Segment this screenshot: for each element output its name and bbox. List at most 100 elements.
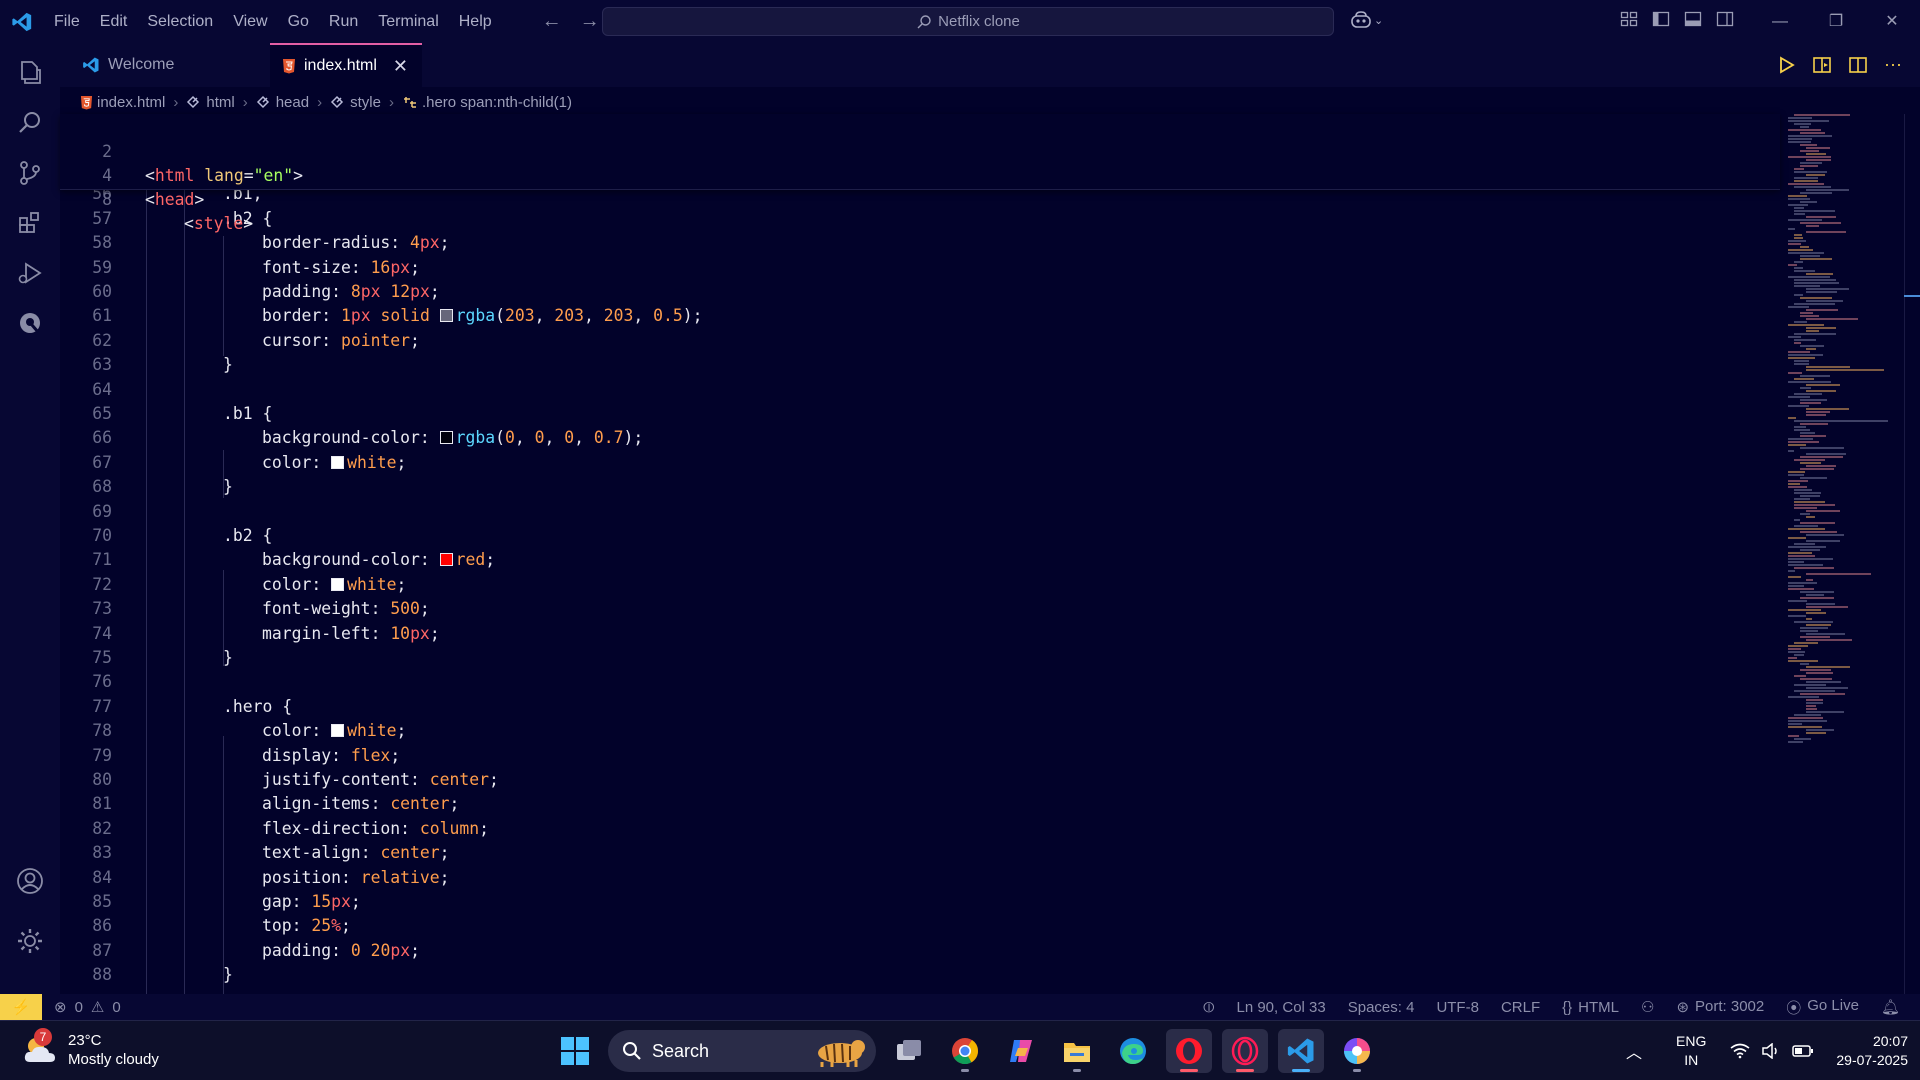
extensions-icon[interactable] bbox=[12, 205, 48, 241]
breadcrumb-item-selector[interactable]: .hero span:nth-child(1) bbox=[402, 94, 572, 111]
run-debug-icon[interactable] bbox=[12, 255, 48, 291]
minimap-line bbox=[1788, 555, 1815, 557]
opera-gx-app[interactable] bbox=[1222, 1029, 1268, 1073]
toggle-primary-sidebar-icon[interactable] bbox=[1652, 10, 1670, 28]
task-view-button[interactable] bbox=[886, 1029, 932, 1073]
copilot-app[interactable] bbox=[998, 1029, 1044, 1073]
end-of-line[interactable]: CRLF bbox=[1501, 999, 1540, 1016]
minimize-icon[interactable]: — bbox=[1752, 0, 1808, 43]
menu-view[interactable]: View bbox=[223, 0, 277, 43]
task-view-icon bbox=[897, 1040, 921, 1060]
minimap-line bbox=[1800, 462, 1821, 464]
remote-indicator[interactable]: ⚡ bbox=[0, 994, 42, 1020]
search-icon[interactable] bbox=[12, 105, 48, 141]
symbol-element-icon bbox=[187, 95, 200, 109]
opera-icon bbox=[1176, 1038, 1202, 1064]
run-icon[interactable] bbox=[1776, 55, 1796, 75]
live-server-port[interactable]: ⊛ Port: 3002 bbox=[1676, 998, 1764, 1016]
taskbar-search[interactable]: Search bbox=[608, 1030, 876, 1072]
sticky-line[interactable]: 4 <head> bbox=[60, 140, 204, 209]
minimap-line bbox=[1794, 237, 1803, 239]
toggle-secondary-sidebar-icon[interactable] bbox=[1716, 10, 1734, 28]
menu-go[interactable]: Go bbox=[278, 0, 319, 43]
open-preview-icon[interactable] bbox=[1812, 55, 1832, 75]
sticky-line[interactable]: 2 <html lang="en"> bbox=[60, 116, 303, 185]
minimap-line bbox=[1794, 675, 1806, 677]
line-text: .b1 { bbox=[223, 404, 273, 423]
minimap-line bbox=[1788, 717, 1824, 719]
language-mode[interactable]: {} HTML bbox=[1562, 999, 1619, 1016]
close-icon[interactable]: ✕ bbox=[393, 56, 408, 77]
show-hidden-icons-chevron-icon[interactable]: ︿ bbox=[1626, 1039, 1642, 1063]
language-indicator[interactable]: ENG IN bbox=[1676, 1032, 1706, 1070]
opera-app[interactable] bbox=[1166, 1029, 1212, 1073]
settings-gear-icon[interactable] bbox=[12, 923, 48, 959]
minimap-line bbox=[1788, 657, 1797, 659]
breadcrumb-item-head[interactable]: head bbox=[256, 94, 309, 111]
menu-file[interactable]: File bbox=[44, 0, 90, 43]
accounts-icon[interactable] bbox=[12, 863, 48, 899]
minimap-line bbox=[1788, 441, 1819, 443]
go-live-button[interactable]: ⦿ Go Live bbox=[1786, 997, 1859, 1018]
encoding[interactable]: UTF-8 bbox=[1436, 999, 1479, 1016]
minimap-line bbox=[1806, 390, 1837, 392]
split-editor-icon[interactable] bbox=[1848, 55, 1868, 75]
minimap-line bbox=[1806, 330, 1820, 332]
back-arrow-icon[interactable]: ← bbox=[542, 10, 562, 33]
minimap-line bbox=[1788, 240, 1806, 242]
indentation[interactable]: Spaces: 4 bbox=[1348, 999, 1415, 1016]
minimap-line bbox=[1794, 171, 1828, 173]
problems-indicator[interactable]: ⊗ 0 ⚠ 0 bbox=[54, 998, 121, 1017]
sticky-line[interactable]: 8 <style> bbox=[60, 164, 253, 233]
edge-app[interactable] bbox=[1110, 1029, 1156, 1073]
minimap-line bbox=[1806, 534, 1844, 536]
source-control-icon[interactable] bbox=[12, 155, 48, 191]
breadcrumb-item-file[interactable]: index.html bbox=[80, 94, 165, 111]
tab-welcome[interactable]: Welcome bbox=[70, 43, 270, 87]
line-number: 72 bbox=[92, 574, 112, 594]
explorer-icon[interactable] bbox=[12, 55, 48, 91]
tab-index-html[interactable]: index.html ✕ bbox=[270, 43, 422, 87]
cursor-position[interactable]: Ln 90, Col 33 bbox=[1236, 999, 1325, 1016]
vscode-app[interactable] bbox=[1278, 1029, 1324, 1073]
start-button[interactable] bbox=[552, 1029, 598, 1073]
notifications-bell-icon[interactable]: 🔔︎ bbox=[1881, 998, 1900, 1016]
menu-help[interactable]: Help bbox=[449, 0, 502, 43]
minimap-line bbox=[1806, 672, 1834, 674]
weather-widget[interactable]: 7 23°C Mostly cloudy bbox=[22, 1028, 159, 1069]
remote-explorer-icon[interactable] bbox=[12, 305, 48, 341]
minimap-line bbox=[1806, 189, 1850, 191]
forward-arrow-icon[interactable]: → bbox=[580, 10, 600, 33]
minimap-line bbox=[1794, 333, 1836, 335]
minimap-line bbox=[1794, 213, 1805, 215]
minimap-line bbox=[1788, 474, 1805, 476]
minimap-line bbox=[1806, 711, 1845, 713]
close-window-icon[interactable]: ✕ bbox=[1864, 0, 1920, 43]
command-center[interactable]: Netflix clone bbox=[602, 7, 1334, 36]
weather-badge: 7 bbox=[34, 1028, 52, 1046]
minimap-line bbox=[1800, 126, 1810, 128]
git-commit-icon[interactable]: ⦶ bbox=[1204, 999, 1215, 1016]
restore-icon[interactable]: ❐ bbox=[1808, 0, 1864, 43]
menu-run[interactable]: Run bbox=[319, 0, 368, 43]
minimap-line bbox=[1788, 576, 1802, 578]
menu-terminal[interactable]: Terminal bbox=[368, 0, 448, 43]
photos-app[interactable] bbox=[1334, 1029, 1380, 1073]
chrome-app[interactable] bbox=[942, 1029, 988, 1073]
more-actions-icon[interactable]: ··· bbox=[1884, 55, 1902, 75]
vertical-scrollbar[interactable] bbox=[1904, 114, 1920, 994]
minimap-line bbox=[1794, 684, 1827, 686]
clock[interactable]: 20:07 29-07-2025 bbox=[1836, 1032, 1908, 1070]
copilot-status-icon[interactable]: ⚇ bbox=[1641, 998, 1654, 1016]
file-explorer-app[interactable] bbox=[1054, 1029, 1100, 1073]
breadcrumb-item-html[interactable]: html bbox=[186, 94, 235, 111]
breadcrumb-item-style[interactable]: style bbox=[330, 94, 381, 111]
code-editor[interactable]: 2 <html lang="en"> 4 <head> 8 <style> 55… bbox=[60, 114, 1900, 1000]
menu-selection[interactable]: Selection bbox=[137, 0, 223, 43]
copilot-button[interactable]: ⌄ bbox=[1350, 10, 1383, 30]
menu-edit[interactable]: Edit bbox=[90, 0, 138, 43]
toggle-panel-icon[interactable] bbox=[1684, 10, 1702, 28]
customize-layout-icon[interactable] bbox=[1620, 10, 1638, 28]
network-volume-battery[interactable] bbox=[1730, 1043, 1814, 1059]
minimap[interactable] bbox=[1780, 114, 1900, 994]
